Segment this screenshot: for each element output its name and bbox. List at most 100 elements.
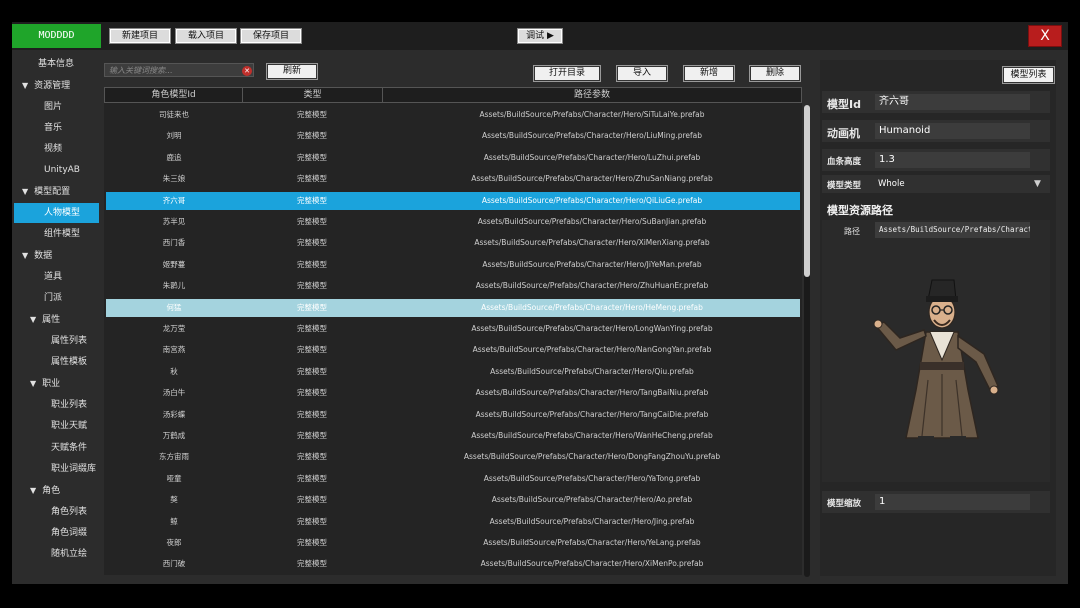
expand-triangle-icon[interactable]: ▼ bbox=[22, 76, 28, 96]
sidebar-item-label: 职业列表 bbox=[51, 400, 88, 410]
table-row[interactable]: 西门破 完整模型 Assets/BuildSource/Prefabs/Charac… bbox=[106, 555, 800, 573]
table-row[interactable]: 姬野蔓 完整模型 Assets/BuildSource/Prefabs/Charac… bbox=[106, 256, 800, 274]
table-row[interactable]: 司徒来也 完整模型 Assets/BuildSource/Prefabs/Chara… bbox=[106, 106, 800, 124]
table-row[interactable]: 汤彩蝶 完整模型 Assets/BuildSource/Prefabs/Charac… bbox=[106, 406, 800, 424]
sidebar-item[interactable]: 人物模型 bbox=[14, 203, 99, 223]
table-row[interactable]: 朱鹮儿 完整模型 Assets/BuildSource/Prefabs/Charac… bbox=[106, 277, 800, 295]
header-type[interactable]: 类型 bbox=[243, 88, 383, 102]
import-button[interactable]: 导入 bbox=[617, 66, 667, 81]
cell-path: Assets/BuildSource/Prefabs/Character/Her… bbox=[482, 259, 702, 269]
sidebar-item[interactable]: ▼ 数据 bbox=[22, 246, 52, 266]
sidebar-item[interactable]: 组件模型 bbox=[44, 224, 80, 244]
cell-type: 完整模型 bbox=[297, 259, 327, 269]
cell-type: 完整模型 bbox=[297, 302, 327, 312]
model-type-dropdown[interactable]: Whole bbox=[878, 179, 905, 189]
cell-path: Assets/BuildSource/Prefabs/Character/Her… bbox=[475, 409, 709, 419]
delete-button[interactable]: 删除 bbox=[750, 66, 800, 81]
model-scale-field[interactable]: 1 bbox=[875, 494, 1030, 510]
sidebar-item-label: 职业 bbox=[42, 379, 61, 389]
table-row[interactable]: 獒 完整模型 Assets/BuildSource/Prefabs/Characte… bbox=[106, 491, 800, 509]
path-field[interactable]: Assets/BuildSource/Prefabs/Character/Her… bbox=[875, 222, 1030, 238]
sidebar-item-label: 职业天赋 bbox=[51, 421, 88, 431]
animator-field[interactable]: Humanoid bbox=[875, 123, 1030, 139]
title-bar: MODDDD 新建项目 载入项目 保存项目 调试 ▶ X bbox=[12, 22, 1068, 50]
table-row[interactable]: 西门香 完整模型 Assets/BuildSource/Prefabs/Charac… bbox=[106, 234, 800, 252]
sidebar-item[interactable]: 角色词缀 bbox=[51, 523, 87, 543]
table-scrollbar[interactable] bbox=[804, 105, 810, 577]
cell-path: Assets/BuildSource/Prefabs/Character/Her… bbox=[489, 516, 695, 526]
hp-height-field[interactable]: 1.3 bbox=[875, 152, 1030, 168]
load-project-button[interactable]: 载入项目 bbox=[175, 28, 237, 44]
cell-type: 完整模型 bbox=[297, 238, 327, 248]
sidebar-item[interactable]: ▼ 职业 bbox=[30, 374, 60, 394]
hp-height-label: 血条高度 bbox=[827, 157, 862, 167]
sidebar-item[interactable]: ▼ 属性 bbox=[30, 310, 60, 330]
sidebar-item[interactable]: 视频 bbox=[44, 139, 62, 159]
sidebar-item[interactable]: 职业词缀库 bbox=[51, 459, 96, 479]
sidebar-item[interactable]: ▼ 角色 bbox=[30, 481, 60, 501]
sidebar-item-label: 随机立绘 bbox=[51, 549, 88, 559]
model-list-button[interactable]: 模型列表 bbox=[1003, 67, 1054, 83]
cell-model-id: 龙万莹 bbox=[162, 324, 186, 333]
sidebar-item[interactable]: 职业天赋 bbox=[51, 416, 87, 436]
open-dir-button[interactable]: 打开目录 bbox=[534, 66, 600, 81]
sidebar-item[interactable]: 天赋条件 bbox=[51, 438, 87, 458]
table-row[interactable]: 鹿追 完整模型 Assets/BuildSource/Prefabs/Charact… bbox=[106, 149, 800, 167]
sidebar-item-label: 人物模型 bbox=[44, 208, 81, 218]
sidebar-item[interactable]: UnityAB bbox=[44, 160, 80, 180]
scrollbar-thumb[interactable] bbox=[804, 105, 810, 277]
sidebar-item[interactable]: 属性列表 bbox=[51, 331, 87, 351]
sidebar-item[interactable]: 角色列表 bbox=[51, 502, 87, 522]
sidebar-item[interactable]: 职业列表 bbox=[51, 395, 87, 415]
sidebar-item[interactable]: 音乐 bbox=[44, 118, 62, 138]
debug-button[interactable]: 调试 ▶ bbox=[517, 28, 563, 44]
model-id-field[interactable]: 齐六哥 bbox=[875, 94, 1030, 110]
header-model-id[interactable]: 角色模型Id bbox=[105, 88, 243, 102]
expand-triangle-icon[interactable]: ▼ bbox=[30, 374, 36, 394]
table-row[interactable]: 何猛 完整模型 Assets/BuildSource/Prefabs/Charact… bbox=[106, 298, 800, 317]
sidebar-item[interactable]: 道具 bbox=[44, 267, 62, 287]
table-row[interactable]: 南宫燕 完整模型 Assets/BuildSource/Prefabs/Charac… bbox=[106, 341, 800, 359]
new-project-button[interactable]: 新建项目 bbox=[109, 28, 171, 44]
sidebar-item[interactable]: 属性模板 bbox=[51, 352, 87, 372]
close-button[interactable]: X bbox=[1028, 25, 1062, 47]
table-row[interactable]: 秋 完整模型 Assets/BuildSource/Prefabs/Characte… bbox=[106, 363, 800, 381]
expand-triangle-icon[interactable]: ▼ bbox=[30, 310, 36, 330]
cell-type: 完整模型 bbox=[297, 388, 327, 398]
sidebar-item-label: 角色列表 bbox=[51, 507, 88, 517]
sidebar-item-label: 视频 bbox=[44, 144, 63, 154]
table-row[interactable]: 万鹤成 完整模型 Assets/BuildSource/Prefabs/Charac… bbox=[106, 427, 800, 445]
clear-search-icon[interactable]: ✕ bbox=[242, 66, 252, 76]
table-row[interactable]: 夜郎 完整模型 Assets/BuildSource/Prefabs/Charact… bbox=[106, 534, 800, 552]
search-input[interactable]: 输入关键词搜索... bbox=[104, 63, 254, 77]
sidebar-item[interactable]: 门派 bbox=[44, 288, 62, 308]
expand-triangle-icon[interactable]: ▼ bbox=[30, 481, 36, 501]
cell-model-id: 万鹤成 bbox=[162, 431, 186, 440]
expand-triangle-icon[interactable]: ▼ bbox=[22, 182, 28, 202]
sidebar-item[interactable]: 图片 bbox=[44, 97, 62, 117]
sidebar-item[interactable]: ▼ 资源管理 bbox=[22, 76, 70, 96]
sidebar-item[interactable]: 随机立绘 bbox=[51, 544, 87, 564]
expand-triangle-icon[interactable]: ▼ bbox=[22, 246, 28, 266]
table-row[interactable]: 朱三娘 完整模型 Assets/BuildSource/Prefabs/Charac… bbox=[106, 170, 800, 188]
table-row[interactable]: 汤白牛 完整模型 Assets/BuildSource/Prefabs/Charac… bbox=[106, 384, 800, 402]
chevron-down-icon[interactable]: ▼ bbox=[1034, 179, 1041, 189]
sidebar-item[interactable]: 基本信息 bbox=[38, 54, 74, 74]
table-row[interactable]: 齐六哥 完整模型 Assets/BuildSource/Prefabs/Charac… bbox=[106, 191, 800, 210]
cell-type: 完整模型 bbox=[297, 174, 327, 184]
table-row[interactable]: 鲸 完整模型 Assets/BuildSource/Prefabs/Characte… bbox=[106, 513, 800, 531]
table-row[interactable]: 东方宙雨 完整模型 Assets/BuildSource/Prefabs/Chara… bbox=[106, 448, 800, 466]
cell-type: 完整模型 bbox=[297, 131, 327, 141]
table-row[interactable]: 刘明 完整模型 Assets/BuildSource/Prefabs/Charact… bbox=[106, 127, 800, 145]
save-project-button[interactable]: 保存项目 bbox=[240, 28, 302, 44]
table-row[interactable]: 苏半见 完整模型 Assets/BuildSource/Prefabs/Charac… bbox=[106, 213, 800, 231]
cell-model-id: 秋 bbox=[170, 366, 178, 376]
add-button[interactable]: 新增 bbox=[684, 66, 734, 81]
table-row[interactable]: 龙万莹 完整模型 Assets/BuildSource/Prefabs/Charac… bbox=[106, 320, 800, 338]
refresh-button[interactable]: 刷新 bbox=[267, 64, 317, 79]
sidebar-item[interactable]: ▼ 模型配置 bbox=[22, 182, 70, 202]
cell-type: 完整模型 bbox=[297, 516, 327, 526]
table-row[interactable]: 哑童 完整模型 Assets/BuildSource/Prefabs/Charact… bbox=[106, 470, 800, 488]
cell-model-id: 夜郎 bbox=[166, 538, 182, 547]
header-path[interactable]: 路径参数 bbox=[383, 88, 801, 102]
